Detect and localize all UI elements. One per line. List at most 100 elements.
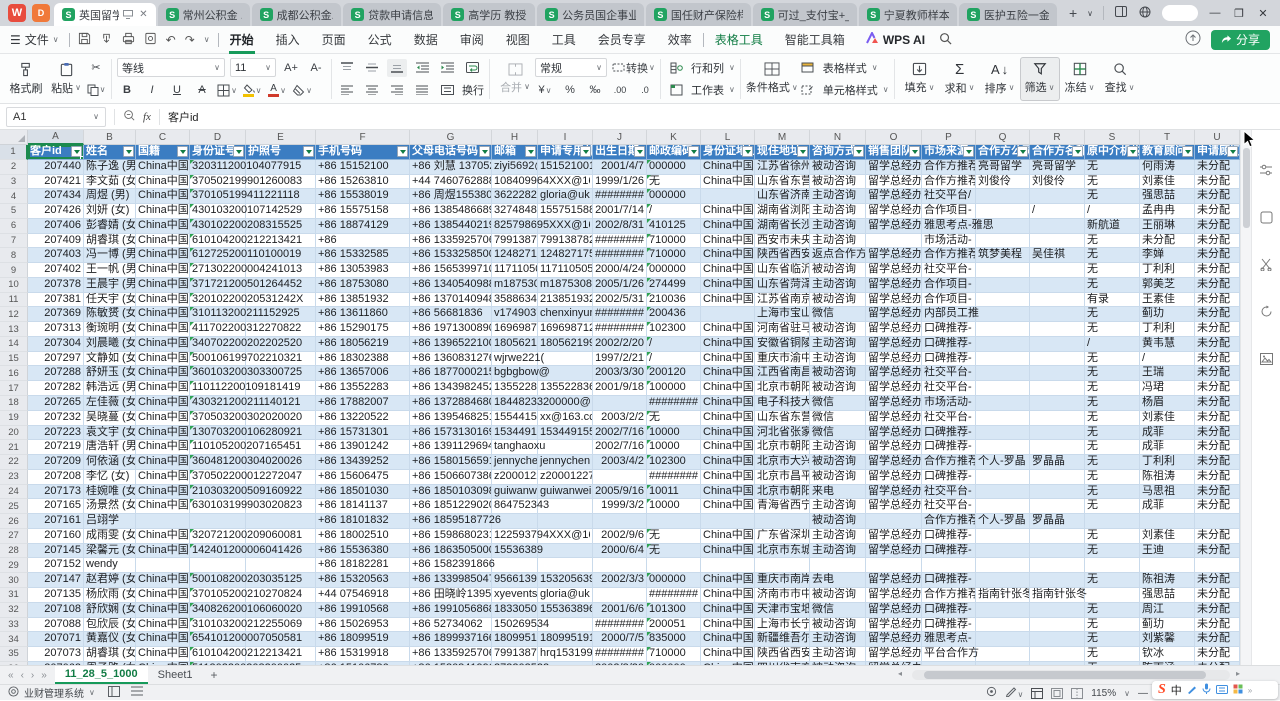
- cell[interactable]: +86 17882007: [316, 396, 410, 411]
- cell[interactable]: 122593794XXX@163.c: [492, 529, 538, 544]
- cell[interactable]: 207406: [28, 219, 84, 234]
- cell[interactable]: 北京市朝阳: [755, 381, 810, 396]
- file-tab[interactable]: S成都公积金.xlsx: [252, 3, 342, 26]
- hscroll-right-icon[interactable]: ▸: [1236, 669, 1240, 678]
- cell[interactable]: 孟冉冉: [1140, 204, 1195, 219]
- filter-dropdown-button[interactable]: [1182, 146, 1193, 157]
- cell[interactable]: China中国: [136, 263, 190, 278]
- file-tab[interactable]: S宁夏教师样本.xlsx: [859, 3, 957, 26]
- cell[interactable]: 济南市市中: [755, 588, 810, 603]
- cell[interactable]: China中国: [701, 381, 755, 396]
- cell[interactable]: 任天宇 (女: [84, 293, 136, 308]
- row-number[interactable]: 33: [0, 618, 28, 633]
- cell[interactable]: 130703200106280921: [190, 426, 246, 441]
- cell[interactable]: 207403: [28, 248, 84, 263]
- cell[interactable]: xyevents@: [492, 588, 538, 603]
- cell[interactable]: 留学总经办: [866, 662, 922, 665]
- filter-dropdown-button[interactable]: [1127, 146, 1138, 157]
- comma-format-button[interactable]: ‰: [585, 81, 605, 99]
- cell[interactable]: jennychen: [492, 455, 538, 470]
- cell[interactable]: 湖南省浏阳: [755, 204, 810, 219]
- cell[interactable]: 2000/7/5: [593, 632, 647, 647]
- cell[interactable]: 成菲: [1140, 426, 1195, 441]
- header-cell[interactable]: 申请专用邮箱: [538, 145, 593, 160]
- cell[interactable]: 留学总经办: [866, 248, 922, 263]
- cell[interactable]: 207369: [28, 307, 84, 322]
- paste-button[interactable]: 粘贴∨: [46, 57, 86, 101]
- cell[interactable]: 未分配: [1195, 440, 1240, 455]
- column-letter[interactable]: J: [593, 130, 647, 145]
- row-number[interactable]: 34: [0, 632, 28, 647]
- cell[interactable]: 180562198: [492, 337, 538, 352]
- header-cell[interactable]: 国籍: [136, 145, 190, 160]
- cell[interactable]: 未分配: [1195, 455, 1240, 470]
- header-cell[interactable]: 销售团队: [866, 145, 922, 160]
- cell[interactable]: +86 18182281: [316, 558, 410, 573]
- cell[interactable]: China中国: [701, 544, 755, 559]
- cell[interactable]: 口碑推荐-: [922, 352, 976, 367]
- cell[interactable]: 411702200312270822: [190, 322, 246, 337]
- cell[interactable]: 何雨涛: [1140, 160, 1195, 175]
- cell[interactable]: 江苏省南京: [755, 293, 810, 308]
- menu-item[interactable]: 插入: [265, 26, 311, 54]
- new-tab-button[interactable]: +: [1069, 5, 1077, 21]
- cell[interactable]: 留学总经办: [866, 499, 922, 514]
- row-number[interactable]: 32: [0, 603, 28, 618]
- merge-cells-button[interactable]: 合并∨: [495, 57, 535, 101]
- wrap-label[interactable]: 换行: [462, 82, 484, 98]
- row-number[interactable]: 11: [0, 293, 28, 308]
- cell[interactable]: China中国: [701, 411, 755, 426]
- cell[interactable]: China中国: [701, 160, 755, 175]
- cell[interactable]: 个人-罗晶: [976, 514, 1030, 529]
- cell[interactable]: China中国: [136, 603, 190, 618]
- borders-button[interactable]: ∨: [217, 81, 237, 99]
- cell[interactable]: 274499: [647, 278, 701, 293]
- cell[interactable]: 刘素佳: [1140, 411, 1195, 426]
- cell[interactable]: 710000: [647, 647, 701, 662]
- cell[interactable]: 西安市未央: [755, 234, 810, 249]
- cell[interactable]: 612725200110100019: [190, 248, 246, 263]
- cell[interactable]: 成雨雯 (女: [84, 529, 136, 544]
- cell[interactable]: 无: [647, 175, 701, 190]
- cell[interactable]: 未分配: [1195, 544, 1240, 559]
- cell[interactable]: 无: [1085, 544, 1140, 559]
- cell[interactable]: 留学总经办: [866, 529, 922, 544]
- cell[interactable]: 207160: [28, 529, 84, 544]
- header-cell[interactable]: 邮箱: [492, 145, 538, 160]
- cell[interactable]: 留学总经办: [866, 411, 922, 426]
- cell[interactable]: 陕西省西安: [755, 248, 810, 263]
- cell[interactable]: 未分配: [1195, 588, 1240, 603]
- cell[interactable]: 320721200209060081: [190, 529, 246, 544]
- cell[interactable]: +86 1335925706: [410, 234, 492, 249]
- formula-input[interactable]: 客户id: [168, 109, 199, 125]
- cell[interactable]: China中国: [136, 426, 190, 441]
- cell[interactable]: 山东省东营: [755, 411, 810, 426]
- header-cell[interactable]: 出生日期: [593, 145, 647, 160]
- hscroll-left-icon[interactable]: ◂: [898, 669, 902, 678]
- cell[interactable]: +86 18002510: [316, 529, 410, 544]
- cell[interactable]: 重庆市渝中: [755, 352, 810, 367]
- cell[interactable]: m1875308: [492, 278, 538, 293]
- cell[interactable]: 无: [1085, 632, 1140, 647]
- cell[interactable]: +86 15026953: [316, 618, 410, 633]
- cell[interactable]: z20001227: [492, 470, 538, 485]
- cell[interactable]: 500108200203035125: [190, 573, 246, 588]
- column-letter[interactable]: I: [538, 130, 593, 145]
- select-all-corner[interactable]: [0, 130, 28, 145]
- cell[interactable]: 108409964XXX@163.c: [492, 175, 538, 190]
- column-letter[interactable]: N: [810, 130, 866, 145]
- cell[interactable]: China中国: [136, 352, 190, 367]
- cell[interactable]: 15536389: [492, 544, 538, 559]
- cell[interactable]: 陈子逸 (男: [84, 160, 136, 175]
- cell[interactable]: 未分配: [1140, 234, 1195, 249]
- cell[interactable]: 市场活动-: [922, 234, 976, 249]
- cell[interactable]: 无: [1085, 234, 1140, 249]
- cell[interactable]: 成菲: [1140, 499, 1195, 514]
- cell[interactable]: China中国: [701, 396, 755, 411]
- last-sheet-icon[interactable]: »: [41, 670, 47, 681]
- cell[interactable]: China中国: [701, 603, 755, 618]
- cell[interactable]: 亮哥留学: [976, 160, 1030, 175]
- cell[interactable]: 有录: [1085, 293, 1140, 308]
- cell[interactable]: 留学总经办: [866, 189, 922, 204]
- cell[interactable]: 362228235: [492, 189, 538, 204]
